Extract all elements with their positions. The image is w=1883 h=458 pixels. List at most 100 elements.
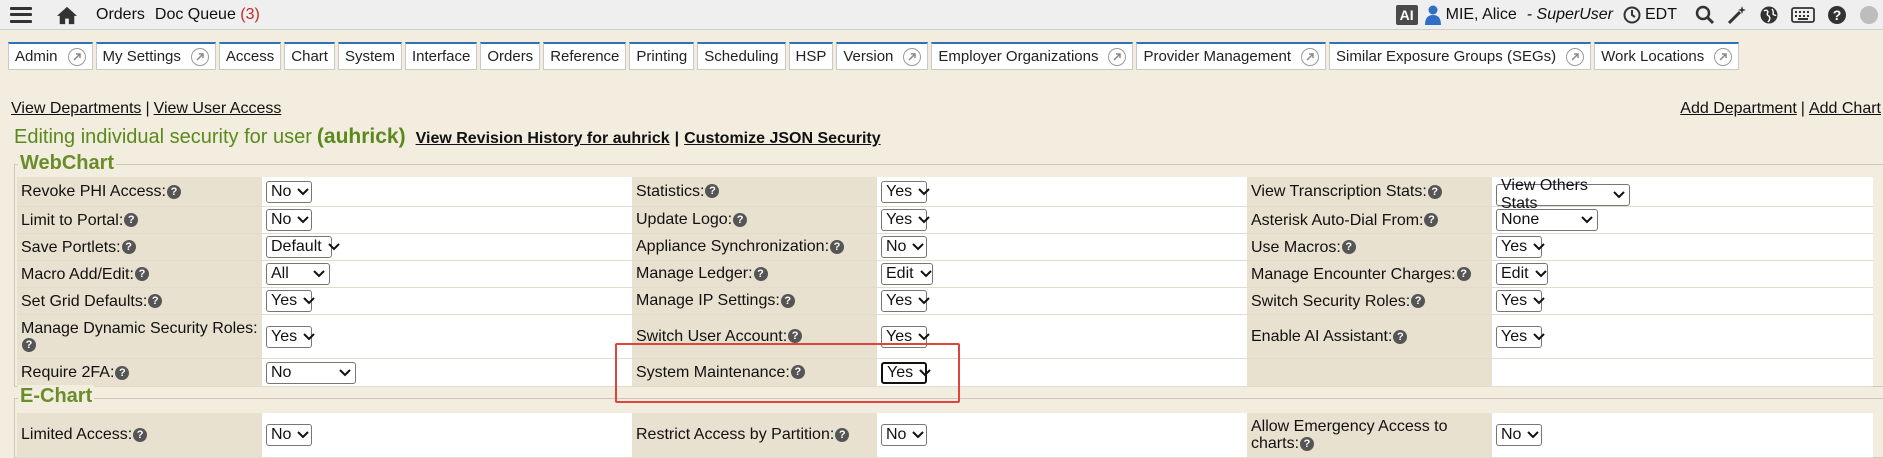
status-icon[interactable] bbox=[1859, 5, 1879, 25]
help-icon[interactable]: ? bbox=[830, 239, 845, 254]
tab-orders[interactable]: Orders bbox=[480, 42, 541, 70]
ai-assistant-button[interactable]: AI bbox=[1395, 5, 1418, 25]
chevron-down-icon bbox=[912, 187, 930, 196]
manage-ip-settings-select[interactable]: Yes bbox=[881, 290, 930, 312]
tab-similar-exposure-groups-segs[interactable]: Similar Exposure Groups (SEGs) bbox=[1329, 42, 1592, 70]
allow-emergency-access-to-charts-select[interactable]: No bbox=[1496, 423, 1542, 446]
tab-interface[interactable]: Interface bbox=[404, 42, 478, 70]
enable-ai-assistant-select[interactable]: Yes bbox=[1496, 325, 1545, 348]
revoke-phi-access-select[interactable]: No bbox=[266, 180, 312, 203]
tab-system[interactable]: System bbox=[337, 42, 402, 70]
setting-value-cell: Yes bbox=[877, 358, 1247, 387]
help-icon[interactable]: ? bbox=[1341, 240, 1356, 255]
manage-encounter-charges-select[interactable]: Edit bbox=[1496, 263, 1548, 285]
tab-chart[interactable]: Chart bbox=[284, 42, 335, 70]
statistics-select[interactable]: Yes bbox=[881, 180, 930, 203]
select-value: Yes bbox=[887, 363, 914, 381]
arrow-right-circle-icon[interactable] bbox=[1566, 47, 1585, 66]
help-icon[interactable]: ? bbox=[1300, 436, 1315, 451]
use-macros-select[interactable]: Yes bbox=[1496, 236, 1545, 258]
help-icon[interactable]: ? bbox=[753, 266, 768, 281]
switch-user-account-select[interactable]: Yes bbox=[881, 325, 930, 348]
add-chart-link[interactable]: Add Chart bbox=[1809, 100, 1881, 117]
view-departments-link[interactable]: View Departments bbox=[11, 100, 141, 117]
help-icon[interactable]: ? bbox=[1427, 184, 1442, 199]
arrow-right-circle-icon[interactable] bbox=[1108, 47, 1127, 66]
help-icon[interactable]: ? bbox=[1456, 267, 1471, 282]
tab-scheduling[interactable]: Scheduling bbox=[697, 42, 786, 70]
chevron-down-icon bbox=[906, 243, 925, 251]
help-icon[interactable]: ? bbox=[780, 293, 795, 308]
setting-label-text: View Transcription Stats: bbox=[1251, 183, 1427, 200]
tab-admin[interactable]: Admin bbox=[8, 42, 93, 70]
tab-printing[interactable]: Printing bbox=[629, 42, 695, 70]
tab-provider-management[interactable]: Provider Management bbox=[1136, 42, 1327, 70]
help-icon[interactable]: ? bbox=[1424, 213, 1439, 228]
user-role: - SuperUser bbox=[1526, 6, 1613, 23]
arrow-right-circle-icon[interactable] bbox=[903, 47, 922, 66]
arrow-right-circle-icon[interactable] bbox=[1714, 47, 1733, 66]
arrow-right-circle-icon[interactable] bbox=[190, 47, 209, 66]
help-icon[interactable]: ? bbox=[133, 428, 148, 443]
home-icon[interactable] bbox=[56, 5, 78, 25]
tab-employer-organizations[interactable]: Employer Organizations bbox=[931, 42, 1134, 70]
help-icon[interactable]: ? bbox=[148, 294, 163, 309]
tab-my-settings[interactable]: My Settings bbox=[95, 42, 216, 70]
setting-label: Switch Security Roles:? bbox=[1247, 287, 1492, 315]
help-icon[interactable]: ? bbox=[733, 212, 748, 227]
macro-add-edit-select[interactable]: All bbox=[266, 263, 330, 285]
help-icon[interactable]: ? bbox=[166, 184, 181, 199]
limit-to-portal-select[interactable]: No bbox=[266, 209, 312, 231]
help-icon[interactable]: ? bbox=[705, 184, 720, 199]
search-icon[interactable] bbox=[1695, 5, 1715, 25]
help-icon[interactable]: ? bbox=[1827, 5, 1847, 25]
update-logo-select[interactable]: Yes bbox=[881, 209, 930, 231]
arrow-right-circle-icon[interactable] bbox=[67, 47, 86, 66]
help-icon[interactable]: ? bbox=[1411, 294, 1426, 309]
help-icon[interactable]: ? bbox=[790, 365, 805, 380]
manage-ledger-select[interactable]: Edit bbox=[881, 263, 933, 285]
system-maintenance-select[interactable]: Yes bbox=[881, 361, 931, 384]
help-icon[interactable]: ? bbox=[134, 267, 149, 282]
heading-separator: | bbox=[674, 130, 680, 147]
help-icon[interactable]: ? bbox=[835, 427, 850, 442]
orders-link[interactable]: Orders bbox=[96, 6, 145, 24]
save-portlets-select[interactable]: Default bbox=[266, 236, 340, 258]
keyboard-icon[interactable] bbox=[1791, 5, 1815, 25]
limited-access-select[interactable]: No bbox=[266, 423, 312, 446]
set-grid-defaults-select[interactable]: Yes bbox=[266, 290, 315, 312]
add-department-link[interactable]: Add Department bbox=[1680, 100, 1797, 117]
revision-history-link[interactable]: View Revision History for auhrick bbox=[416, 130, 670, 148]
restrict-access-by-partition-select[interactable]: No bbox=[881, 423, 927, 446]
view-transcription-stats-select[interactable]: View Others Stats bbox=[1496, 177, 1630, 212]
tab-access[interactable]: Access bbox=[218, 42, 282, 70]
menu-icon[interactable] bbox=[10, 6, 32, 23]
view-user-access-link[interactable]: View User Access bbox=[154, 100, 282, 117]
asterisk-auto-dial-from-select[interactable]: None bbox=[1496, 209, 1598, 231]
tab-hsp[interactable]: HSP bbox=[788, 42, 834, 70]
tab-label: Scheduling bbox=[704, 48, 779, 65]
help-icon[interactable]: ? bbox=[121, 240, 136, 255]
help-icon[interactable]: ? bbox=[1393, 329, 1408, 344]
appliance-synchronization-select[interactable]: No bbox=[881, 236, 927, 258]
tab-version[interactable]: Version bbox=[836, 42, 929, 70]
globe-icon[interactable] bbox=[1759, 5, 1779, 25]
tab-reference[interactable]: Reference bbox=[543, 42, 627, 70]
setting-label-text: Enable AI Assistant: bbox=[1251, 328, 1393, 345]
help-icon[interactable]: ? bbox=[788, 329, 803, 344]
switch-security-roles-select[interactable]: Yes bbox=[1496, 290, 1545, 312]
arrow-right-circle-icon[interactable] bbox=[1301, 47, 1320, 66]
wand-icon[interactable] bbox=[1727, 5, 1747, 25]
setting-value-cell: No bbox=[877, 413, 1247, 458]
tab-work-locations[interactable]: Work Locations bbox=[1594, 42, 1740, 70]
help-icon[interactable]: ? bbox=[22, 338, 36, 353]
add-links: Add Department | Add Chart bbox=[1680, 100, 1881, 118]
help-icon[interactable]: ? bbox=[115, 365, 130, 380]
manage-dynamic-security-roles-select[interactable]: Yes bbox=[266, 325, 315, 348]
require-2fa-select[interactable]: No bbox=[266, 361, 356, 384]
doc-queue-link[interactable]: Doc Queue (3) bbox=[155, 6, 260, 24]
user-name[interactable]: MIE, Alice bbox=[1446, 6, 1517, 24]
setting-label: Set Grid Defaults:? bbox=[17, 287, 262, 315]
customize-json-link[interactable]: Customize JSON Security bbox=[684, 130, 881, 148]
help-icon[interactable]: ? bbox=[124, 213, 139, 228]
